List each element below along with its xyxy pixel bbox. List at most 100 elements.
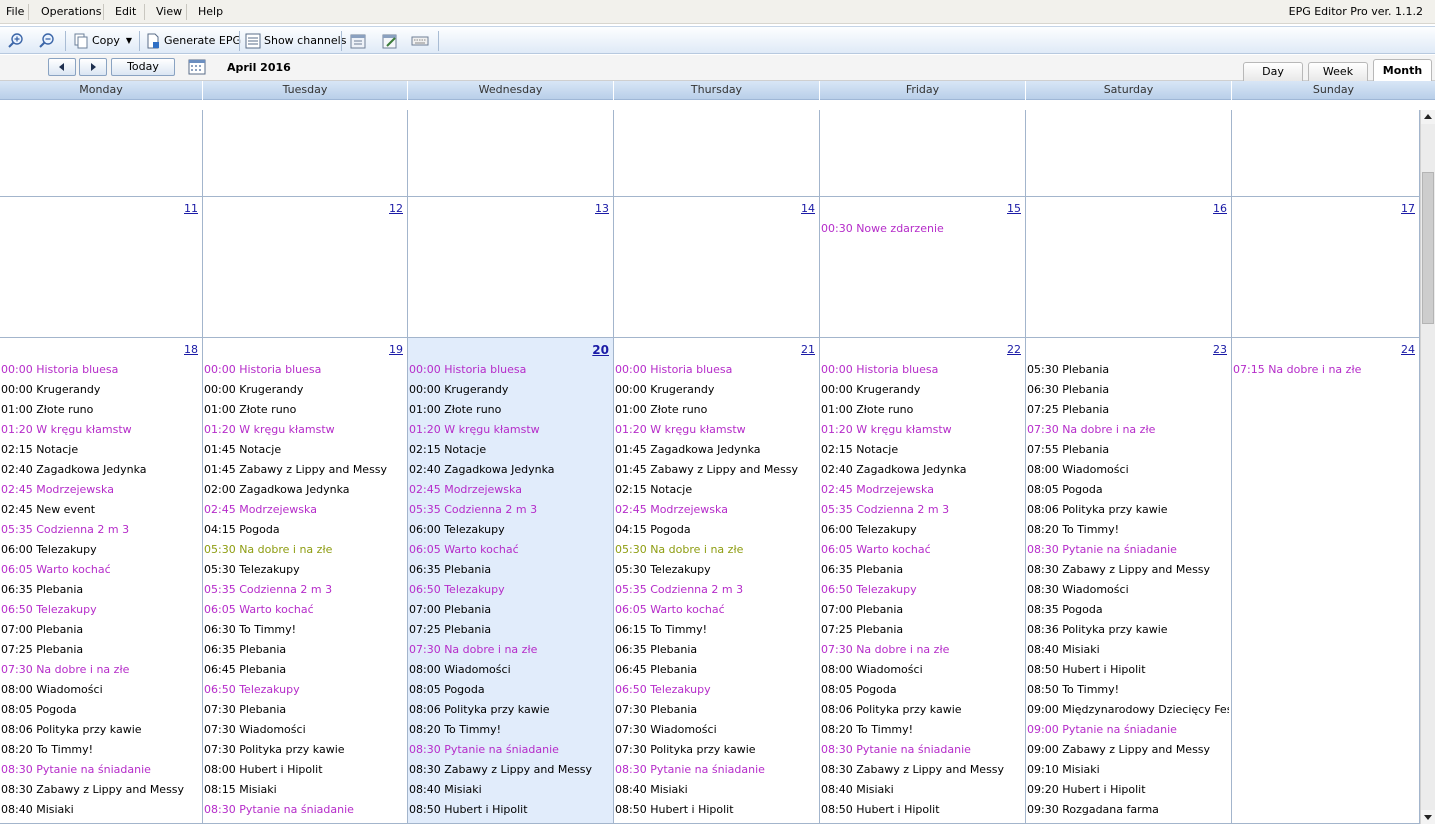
day-number-link[interactable]: 22 (1007, 343, 1021, 356)
calendar-event[interactable]: 01:00 Złote runo (204, 400, 405, 420)
calendar-event[interactable]: 00:00 Krugerandy (204, 380, 405, 400)
calendar-event[interactable]: 06:45 Plebania (204, 660, 405, 680)
calendar-event[interactable]: 08:05 Pogoda (1027, 480, 1229, 500)
calendar-event[interactable]: 02:40 Zagadkowa Jedynka (409, 460, 611, 480)
calendar-event[interactable]: 06:35 Plebania (821, 560, 1023, 580)
calendar-event[interactable]: 06:05 Warto kochać (1, 560, 200, 580)
calendar-event[interactable]: 08:40 Misiaki (1027, 640, 1229, 660)
calendar-event[interactable]: 08:05 Pogoda (409, 680, 611, 700)
calendar-event[interactable]: 01:00 Złote runo (615, 400, 817, 420)
calendar-event[interactable]: 05:35 Codzienna 2 m 3 (409, 500, 611, 520)
calendar-event[interactable]: 02:00 Zagadkowa Jedynka (204, 480, 405, 500)
calendar-event[interactable]: 08:50 Hubert i Hipolit (615, 800, 817, 820)
calendar-event[interactable]: 01:20 W kręgu kłamstw (1, 420, 200, 440)
scroll-up-button[interactable] (1421, 110, 1435, 124)
calendar-event[interactable]: 09:00 Pytanie na śniadanie (1027, 720, 1229, 740)
calendar-event[interactable]: 08:30 Pytanie na śniadanie (615, 760, 817, 780)
calendar-event[interactable]: 01:00 Złote runo (1, 400, 200, 420)
calendar-event[interactable]: 06:35 Plebania (1, 580, 200, 600)
calendar-event[interactable]: 08:00 Wiadomości (1027, 460, 1229, 480)
menu-file[interactable]: File (0, 0, 30, 24)
calendar-event[interactable]: 00:00 Krugerandy (1, 380, 200, 400)
day-cell-tuesday[interactable]: 19 00:00 Historia bluesa 00:00 Krugerandy 0… (203, 338, 408, 824)
calendar-event[interactable]: 08:40 Misiaki (615, 780, 817, 800)
calendar-event[interactable]: 01:00 Złote runo (821, 400, 1023, 420)
calendar-event[interactable]: 00:00 Historia bluesa (821, 360, 1023, 380)
calendar-event[interactable]: 07:30 Wiadomości (615, 720, 817, 740)
schedule-icon[interactable] (348, 31, 368, 51)
day-cell-monday[interactable] (0, 110, 203, 197)
calendar-event[interactable]: 08:30 Zabawy z Lippy and Messy (821, 760, 1023, 780)
calendar-event[interactable]: 07:00 Plebania (821, 600, 1023, 620)
tab-day[interactable]: Day (1243, 62, 1303, 81)
day-cell-saturday[interactable] (1026, 110, 1232, 197)
day-number-link[interactable]: 14 (801, 202, 815, 215)
calendar-event[interactable]: 00:00 Historia bluesa (1, 360, 200, 380)
calendar-event[interactable]: 02:45 Modrzejewska (204, 500, 405, 520)
edit-schedule-icon[interactable] (380, 31, 400, 51)
calendar-event[interactable]: 02:45 New event (1, 500, 200, 520)
calendar-event[interactable]: 09:00 Międzynarodowy Dziecięcy Festiwal (1027, 700, 1229, 720)
calendar-event[interactable]: 07:25 Plebania (821, 620, 1023, 640)
day-cell-wednesday[interactable]: 20 00:00 Historia bluesa 00:00 Krugerandy 0… (408, 338, 614, 824)
calendar-event[interactable]: 08:30 Zabawy z Lippy and Messy (1027, 560, 1229, 580)
calendar-event[interactable]: 06:00 Telezakupy (821, 520, 1023, 540)
next-month-button[interactable] (79, 58, 107, 76)
chevron-down-icon[interactable]: ▼ (126, 30, 132, 52)
copy-button[interactable]: Copy ▼ (73, 30, 132, 52)
day-number-link[interactable]: 15 (1007, 202, 1021, 215)
calendar-event[interactable]: 08:06 Polityka przy kawie (1, 720, 200, 740)
calendar-event[interactable]: 06:05 Warto kochać (409, 540, 611, 560)
calendar-event[interactable]: 08:30 Pytanie na śniadanie (821, 740, 1023, 760)
tab-month[interactable]: Month (1373, 59, 1432, 81)
calendar-event[interactable]: 06:00 Telezakupy (409, 520, 611, 540)
calendar-event[interactable]: 08:06 Polityka przy kawie (409, 700, 611, 720)
day-number-link[interactable]: 24 (1401, 343, 1415, 356)
calendar-event[interactable]: 06:05 Warto kochać (204, 600, 405, 620)
calendar-event[interactable]: 04:15 Pogoda (204, 520, 405, 540)
calendar-event[interactable]: 00:00 Historia bluesa (409, 360, 611, 380)
calendar-event[interactable]: 05:30 Telezakupy (615, 560, 817, 580)
calendar-event[interactable]: 07:55 Plebania (1027, 440, 1229, 460)
calendar-event[interactable]: 07:00 Plebania (409, 600, 611, 620)
calendar-event[interactable]: 00:00 Krugerandy (409, 380, 611, 400)
today-button[interactable]: Today (111, 58, 175, 76)
calendar-event[interactable]: 08:50 Hubert i Hipolit (1027, 660, 1229, 680)
calendar-event[interactable]: 01:20 W kręgu kłamstw (204, 420, 405, 440)
day-number-link[interactable]: 11 (184, 202, 198, 215)
day-cell-saturday[interactable]: 16 (1026, 197, 1232, 338)
day-cell-sunday[interactable]: 17 (1232, 197, 1420, 338)
day-cell-sunday[interactable]: 24 07:15 Na dobre i na złe (1232, 338, 1420, 824)
day-cell-saturday[interactable]: 23 05:30 Plebania 06:30 Plebania 07:25 Pleb… (1026, 338, 1232, 824)
calendar-event[interactable]: 07:30 Polityka przy kawie (615, 740, 817, 760)
calendar-event[interactable]: 08:40 Misiaki (821, 780, 1023, 800)
calendar-event[interactable]: 08:00 Wiadomości (409, 660, 611, 680)
calendar-event[interactable]: 01:20 W kręgu kłamstw (615, 420, 817, 440)
calendar-event[interactable]: 08:30 Wiadomości (1027, 580, 1229, 600)
day-cell-friday[interactable]: 22 00:00 Historia bluesa 00:00 Krugerandy 0… (820, 338, 1026, 824)
show-channels-button[interactable]: Show channels (245, 30, 346, 52)
calendar-event[interactable]: 08:30 Zabawy z Lippy and Messy (1, 780, 200, 800)
calendar-event[interactable]: 08:20 To Timmy! (1027, 520, 1229, 540)
calendar-event[interactable]: 02:15 Notacje (821, 440, 1023, 460)
zoom-in-icon[interactable] (6, 31, 26, 51)
calendar-event[interactable]: 05:35 Codzienna 2 m 3 (1, 520, 200, 540)
scrollbar-thumb[interactable] (1422, 172, 1434, 324)
calendar-event[interactable]: 08:50 To Timmy! (1027, 680, 1229, 700)
calendar-event[interactable]: 02:40 Zagadkowa Jedynka (1, 460, 200, 480)
calendar-event[interactable]: 08:20 To Timmy! (409, 720, 611, 740)
calendar-event[interactable]: 07:30 Na dobre i na złe (821, 640, 1023, 660)
calendar-event[interactable]: 07:25 Plebania (409, 620, 611, 640)
calendar-event[interactable]: 00:00 Krugerandy (615, 380, 817, 400)
day-number-link[interactable]: 12 (389, 202, 403, 215)
calendar-event[interactable]: 02:45 Modrzejewska (615, 500, 817, 520)
calendar-event[interactable]: 06:50 Telezakupy (821, 580, 1023, 600)
calendar-event[interactable]: 06:00 Telezakupy (1, 540, 200, 560)
calendar-event[interactable]: 01:00 Złote runo (409, 400, 611, 420)
calendar-event[interactable]: 00:00 Krugerandy (821, 380, 1023, 400)
vertical-scrollbar[interactable] (1420, 110, 1435, 824)
calendar-event[interactable]: 05:30 Na dobre i na złe (204, 540, 405, 560)
calendar-event[interactable]: 08:30 Pytanie na śniadanie (204, 800, 405, 820)
calendar-event[interactable]: 01:45 Zabawy z Lippy and Messy (615, 460, 817, 480)
calendar-event[interactable]: 08:40 Misiaki (1, 800, 200, 820)
